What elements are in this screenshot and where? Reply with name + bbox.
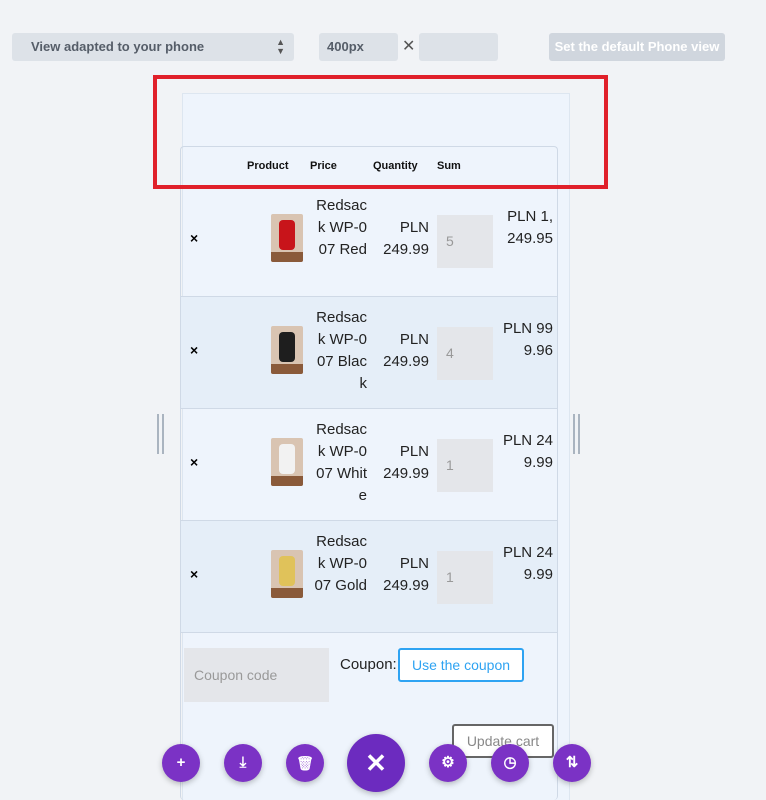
product-price: PLN 249.99: [383, 555, 429, 594]
quantity-input[interactable]: 1: [437, 551, 493, 604]
product-name[interactable]: Redsack WP-007 White: [311, 419, 367, 507]
product-name[interactable]: Redsack WP-007 Red: [311, 195, 367, 261]
trash-icon[interactable]: 🗑: [286, 744, 324, 782]
quantity-input[interactable]: 1: [437, 439, 493, 492]
sort-icon[interactable]: ⇅: [553, 744, 591, 782]
view-select[interactable]: View adapted to your phone ▲ ▼: [12, 33, 294, 61]
gear-icon[interactable]: ⚙: [429, 744, 467, 782]
product-thumbnail[interactable]: [271, 550, 303, 598]
table-row: × Redsack WP-007 Black PLN 249.99 4 PLN …: [181, 297, 557, 409]
select-arrows-icon: ▲ ▼: [276, 37, 285, 56]
use-coupon-button[interactable]: Use the coupon: [398, 648, 524, 682]
product-thumbnail[interactable]: [271, 438, 303, 486]
row-sum: PLN 249.99: [502, 544, 553, 583]
quantity-input[interactable]: 4: [437, 327, 493, 380]
quantity-input[interactable]: 5: [437, 215, 493, 268]
times-icon: ✕: [402, 38, 416, 55]
remove-item-icon[interactable]: ×: [190, 567, 198, 581]
row-sum: PLN 249.99: [502, 432, 553, 471]
product-price: PLN 249.99: [383, 331, 429, 370]
remove-item-icon[interactable]: ×: [190, 231, 198, 245]
close-icon[interactable]: ✕: [347, 734, 405, 792]
resize-handle-right[interactable]: [573, 414, 580, 454]
view-select-value: View adapted to your phone: [31, 39, 205, 54]
height-input[interactable]: [419, 33, 498, 61]
download-icon[interactable]: ⤓: [224, 744, 262, 782]
coupon-code-input[interactable]: Coupon code: [184, 648, 329, 702]
remove-item-icon[interactable]: ×: [190, 455, 198, 469]
coupon-label: Coupon:: [340, 656, 397, 673]
width-input[interactable]: 400px: [319, 33, 398, 61]
product-name[interactable]: Redsack WP-007 Black: [311, 307, 367, 395]
product-thumbnail[interactable]: [271, 326, 303, 374]
history-icon[interactable]: ◷: [491, 744, 529, 782]
product-price: PLN 249.99: [383, 219, 429, 258]
add-icon[interactable]: +: [162, 744, 200, 782]
product-name[interactable]: Redsack WP-007 Gold: [311, 531, 367, 597]
table-row: × Redsack WP-007 Red PLN 249.99 5 PLN 1,…: [181, 185, 557, 297]
table-row: × Redsack WP-007 White PLN 249.99 1 PLN …: [181, 409, 557, 521]
product-thumbnail[interactable]: [271, 214, 303, 262]
resize-handle-left[interactable]: [157, 414, 164, 454]
product-price: PLN 249.99: [383, 443, 429, 482]
row-sum: PLN 999.96: [502, 320, 553, 359]
table-row: × Redsack WP-007 Gold PLN 249.99 1 PLN 2…: [181, 521, 557, 633]
row-sum: PLN 1,249.95: [507, 208, 553, 247]
remove-item-icon[interactable]: ×: [190, 343, 198, 357]
selection-highlight: [153, 75, 608, 189]
set-default-view-button[interactable]: Set the default Phone view: [549, 33, 725, 61]
